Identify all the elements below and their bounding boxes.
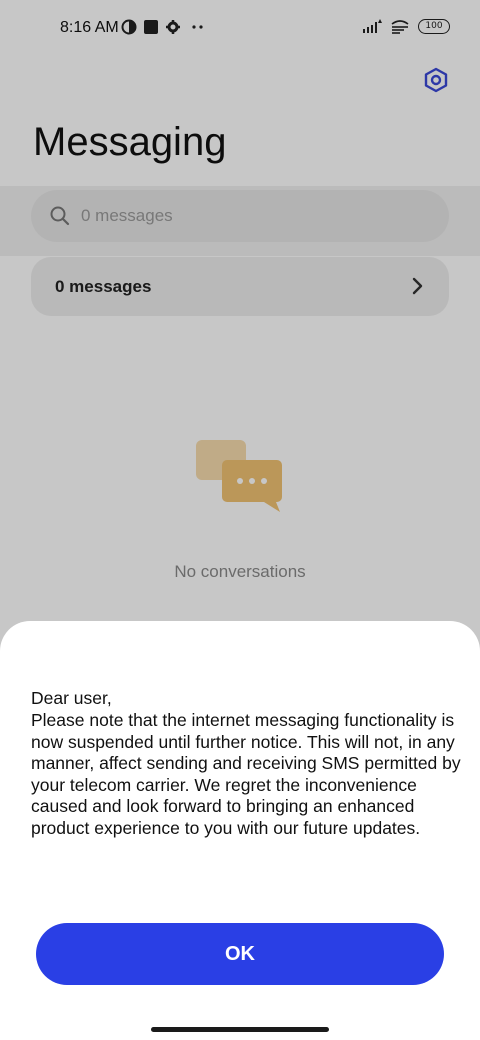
dialog-greeting: Dear user,	[31, 688, 112, 708]
notice-dialog: Dear user, Please note that the internet…	[0, 621, 480, 1040]
dialog-message: Please note that the internet messaging …	[31, 710, 461, 838]
messaging-screen: 8:16 AM 100 Messaging 0 messages 0 messa…	[0, 0, 480, 1040]
home-indicator[interactable]	[151, 1027, 329, 1032]
ok-button[interactable]: OK	[36, 923, 444, 985]
